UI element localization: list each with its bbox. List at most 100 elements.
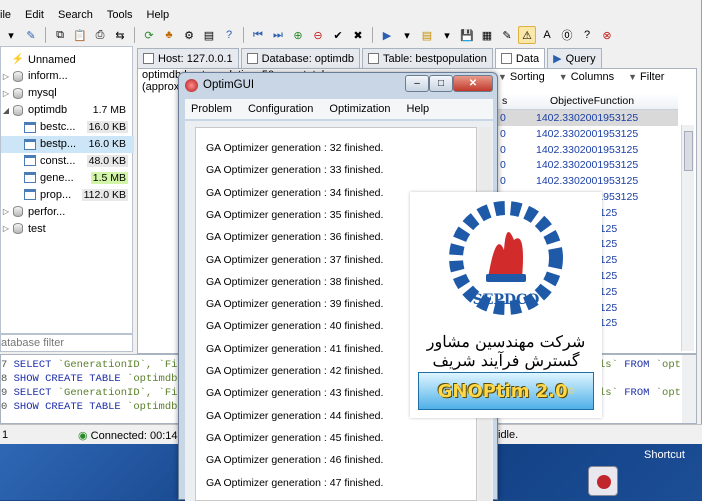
sorting-button[interactable]: ▼ Sorting bbox=[498, 71, 545, 83]
tree-item-database-node[interactable]: ◢ optimdb 1.7 MB bbox=[1, 102, 134, 119]
export-icon[interactable]: ⇆ bbox=[111, 26, 129, 44]
maintenance-icon[interactable]: ⚙ bbox=[180, 26, 198, 44]
tree-item-database-node[interactable]: ▷ inform... bbox=[1, 68, 134, 85]
grid-cell-objective[interactable]: 1402.3302001953125 bbox=[536, 144, 638, 156]
collapsed-arrow-icon[interactable]: ▷ bbox=[1, 207, 11, 216]
open-folder-icon[interactable]: ▤ bbox=[418, 26, 436, 44]
filter-button[interactable]: ▼ Filter bbox=[628, 71, 664, 83]
minimize-button[interactable]: – bbox=[405, 75, 429, 92]
menu-configuration[interactable]: Configuration bbox=[248, 103, 313, 115]
load-sql-icon[interactable]: ▾ bbox=[398, 26, 416, 44]
grid-cell-objective[interactable]: 1402.3302001953125 bbox=[536, 175, 638, 187]
optimgui-titlebar[interactable]: OptimGUI – □ ✕ bbox=[179, 73, 497, 99]
maximize-button[interactable]: □ bbox=[429, 75, 453, 92]
tree-item-table-node[interactable]: bestc... 16.0 KB bbox=[1, 119, 134, 136]
connect-icon[interactable]: ✎ bbox=[22, 26, 40, 44]
post-record-icon[interactable]: ✔ bbox=[329, 26, 347, 44]
session-manager-icon[interactable]: ▾ bbox=[2, 26, 20, 44]
replace-icon[interactable]: A bbox=[538, 26, 556, 44]
grid-cell[interactable]: 0 bbox=[500, 175, 506, 187]
toolbar-separator bbox=[45, 27, 46, 43]
format-sql-icon[interactable]: ▦ bbox=[478, 26, 496, 44]
tree-item-table-node[interactable]: gene... 1.5 MB bbox=[1, 169, 134, 186]
run-query-icon[interactable]: ▶ bbox=[378, 26, 396, 44]
collapsed-arrow-icon[interactable]: ▷ bbox=[1, 89, 11, 98]
menu-tools[interactable]: Tools bbox=[107, 6, 133, 24]
grid-cell[interactable]: 0 bbox=[500, 112, 506, 124]
database-filter-input[interactable]: atabase filter bbox=[0, 334, 133, 352]
query-help-icon[interactable]: ? bbox=[578, 26, 596, 44]
sql-keyword: SHOW CREATE TABLE bbox=[13, 401, 121, 413]
stop-icon[interactable]: ⊗ bbox=[598, 26, 616, 44]
tab-table[interactable]: Table: bestpopulation bbox=[361, 48, 493, 68]
copy-icon[interactable]: ⧉ bbox=[51, 26, 69, 44]
tab-host[interactable]: Host: 127.0.0.1 bbox=[137, 48, 239, 68]
tree-item-table-node[interactable]: prop... 112.0 KB bbox=[1, 186, 134, 203]
sql-line-number: 0 bbox=[1, 401, 14, 413]
grid-cell[interactable]: 0 bbox=[500, 159, 506, 171]
collapsed-arrow-icon[interactable]: ▷ bbox=[1, 72, 11, 81]
tree-item-server-node[interactable]: ⚡ Unnamed bbox=[1, 51, 134, 68]
tree-item-database-node[interactable]: ▷ test bbox=[1, 220, 134, 237]
close-button[interactable]: ✕ bbox=[453, 75, 493, 92]
grid-cell-objective[interactable]: 1402.3302001953125 bbox=[536, 128, 638, 140]
shortcut-label[interactable]: Shortcut bbox=[644, 449, 685, 461]
regex-icon[interactable]: ⓪ bbox=[558, 26, 576, 44]
grid-cell-objective[interactable]: 1402.3302001953125 bbox=[536, 159, 638, 171]
tab-data[interactable]: Data bbox=[494, 48, 546, 68]
database-icon bbox=[11, 87, 25, 99]
print-icon[interactable]: ⎙ bbox=[91, 26, 109, 44]
grid-cell-objective[interactable]: 1402.3302001953125 bbox=[536, 112, 638, 124]
tree-item-table-node[interactable]: const... 48.0 KB bbox=[1, 152, 134, 169]
cancel-record-icon[interactable]: ✖ bbox=[349, 26, 367, 44]
last-record-icon[interactable]: ⏭ bbox=[269, 26, 287, 44]
menu-optimization[interactable]: Optimization bbox=[329, 103, 390, 115]
menu-search[interactable]: Search bbox=[58, 6, 93, 24]
grid-row[interactable]: 0 1402.3302001953125 bbox=[498, 157, 678, 173]
product-badge: GNOPtim 2.0 © bbox=[418, 372, 594, 410]
tab-database[interactable]: Database: optimdb bbox=[240, 48, 360, 68]
column-header-partial[interactable]: s bbox=[502, 95, 507, 107]
tab-query[interactable]: ▶ Query bbox=[547, 48, 602, 68]
columns-button[interactable]: ▼ Columns bbox=[559, 71, 614, 83]
insert-record-icon[interactable]: ⊕ bbox=[289, 26, 307, 44]
bulk-edit-icon[interactable]: ▤ bbox=[200, 26, 218, 44]
save-sql-icon[interactable]: 💾 bbox=[458, 26, 476, 44]
sql-line-number: 7 bbox=[1, 359, 14, 371]
sql-text: `GenerationID`, `Fi bbox=[51, 359, 178, 371]
save-icon[interactable]: ▾ bbox=[438, 26, 456, 44]
tree-item-database-node[interactable]: ▷ perfor... bbox=[1, 203, 134, 220]
grid-row[interactable]: 0 1402.3302001953125 bbox=[498, 126, 678, 142]
menu-problem[interactable]: Problem bbox=[191, 103, 232, 115]
menu-edit[interactable]: Edit bbox=[25, 6, 44, 24]
grid-cell[interactable]: 0 bbox=[500, 144, 506, 156]
grid-row[interactable]: 0 1402.3302001953125 bbox=[498, 110, 678, 126]
delete-record-icon[interactable]: ⊖ bbox=[309, 26, 327, 44]
sql-help-icon[interactable]: ? bbox=[220, 26, 238, 44]
filter-label: Filter bbox=[640, 71, 665, 83]
sql-log-scrollbar[interactable] bbox=[682, 355, 696, 423]
tab-data-label: Data bbox=[515, 52, 540, 65]
grid-cell[interactable]: 0 bbox=[500, 128, 506, 140]
tree-item-label: prop... bbox=[40, 188, 72, 201]
pencil-icon[interactable]: ✎ bbox=[498, 26, 516, 44]
refresh-icon[interactable]: ⟳ bbox=[140, 26, 158, 44]
collapsed-arrow-icon[interactable]: ▷ bbox=[1, 224, 11, 233]
user-manager-icon[interactable]: ♣ bbox=[160, 26, 178, 44]
menu-file[interactable]: ile bbox=[0, 6, 11, 24]
grid-row[interactable]: 0 1402.3302001953125 bbox=[498, 173, 678, 189]
tree-item-table-node[interactable]: bestp... 16.0 KB bbox=[1, 135, 134, 153]
grid-row[interactable]: 0 1402.3302001953125 bbox=[498, 142, 678, 158]
paste-icon[interactable]: 📋 bbox=[71, 26, 89, 44]
grid-scrollbar-thumb[interactable] bbox=[684, 131, 693, 171]
expanded-arrow-icon[interactable]: ◢ bbox=[1, 106, 11, 115]
column-header-objective[interactable]: ObjectiveFunction bbox=[550, 95, 634, 107]
tab-host-label: Host: 127.0.0.1 bbox=[158, 52, 233, 65]
grid-scrollbar[interactable] bbox=[681, 125, 694, 351]
query-filter-icon[interactable]: ⚠ bbox=[518, 26, 536, 44]
first-record-icon[interactable]: ⏮ bbox=[249, 26, 267, 44]
menu-help[interactable]: Help bbox=[147, 6, 170, 24]
shortcut-icon[interactable] bbox=[588, 466, 618, 496]
tree-item-database-node[interactable]: ▷ mysql bbox=[1, 85, 134, 102]
menu-help-optim[interactable]: Help bbox=[407, 103, 430, 115]
